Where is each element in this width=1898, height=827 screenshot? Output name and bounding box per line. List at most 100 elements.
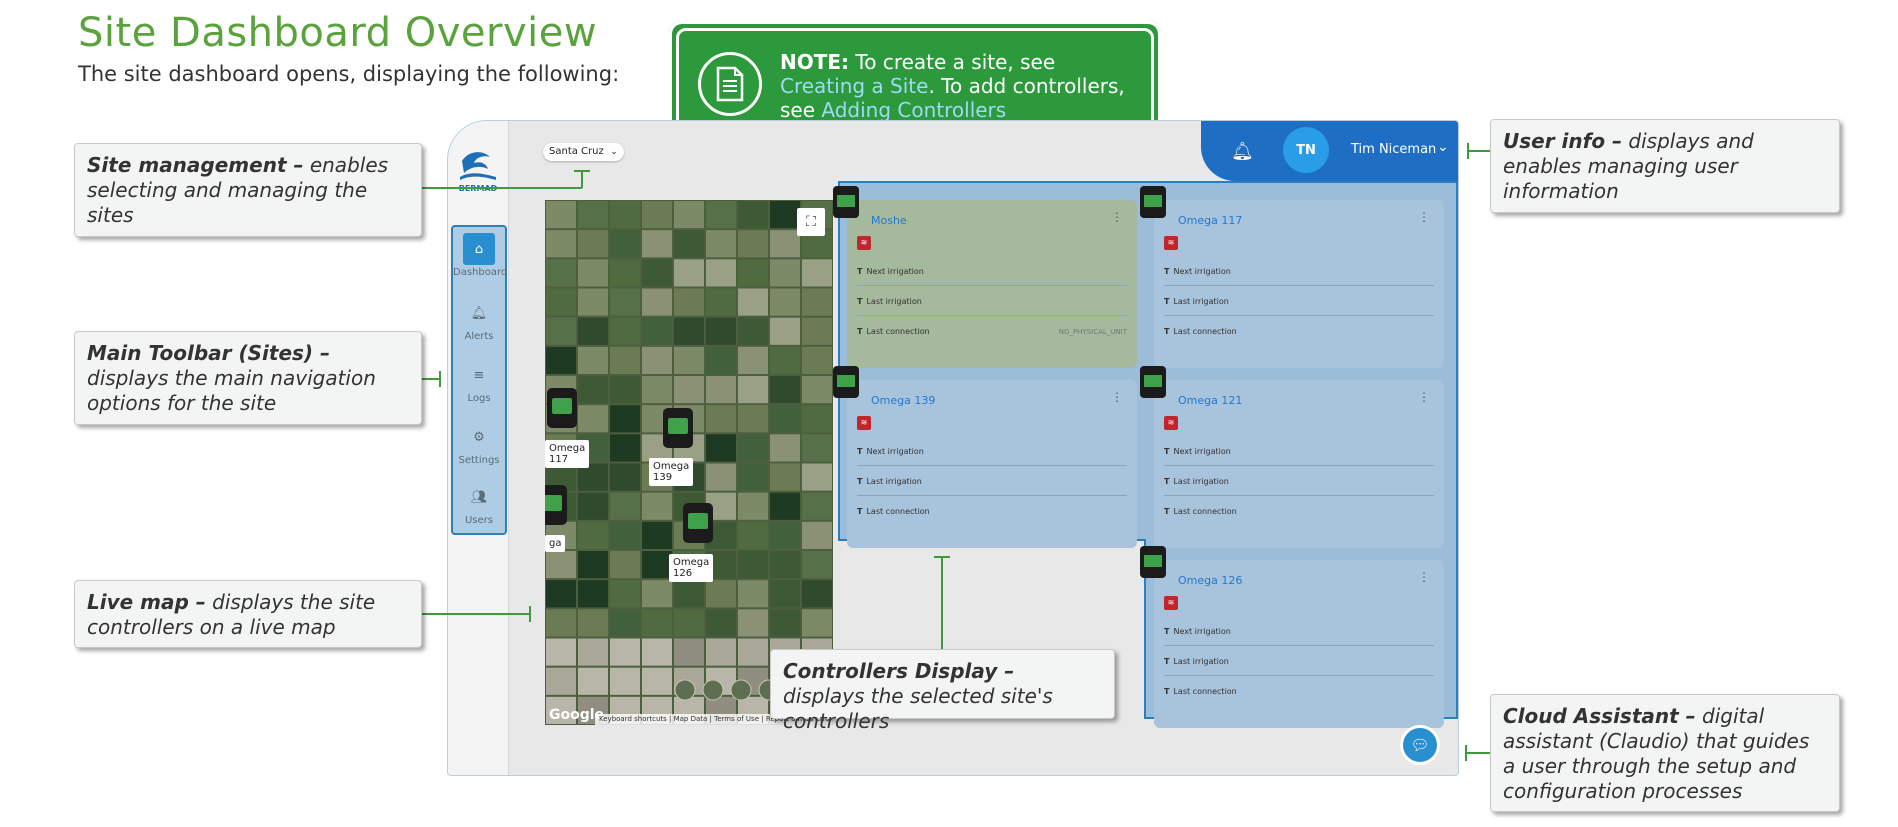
callout-main-toolbar: Main Toolbar (Sites) – displays the main… <box>74 331 422 425</box>
controller-device-icon <box>1140 366 1166 398</box>
note-label: NOTE: <box>780 50 850 74</box>
next-irrigation-row: T Next irrigation <box>857 258 1127 286</box>
callout-controllers-display: Controllers Display – displays the selec… <box>770 649 1115 733</box>
connector-line <box>1466 752 1490 754</box>
controller-device-icon <box>833 186 859 218</box>
map-pin-label: Omega 139 <box>649 458 694 486</box>
sprinkler-icon: T <box>1164 627 1170 636</box>
connector-line <box>941 557 943 649</box>
toolbar-logs[interactable]: ≡ Logs <box>453 359 505 409</box>
connector-line <box>581 171 583 188</box>
callout-site-management: Site management – enables selecting and … <box>74 143 422 237</box>
next-irrigation-row: T Next irrigation <box>1164 258 1434 286</box>
gear-icon: ⚙ <box>473 429 485 445</box>
fullscreen-icon[interactable]: ⛶ <box>797 208 825 236</box>
toolbar-dashboard[interactable]: ⌂ Dashboard <box>453 233 508 283</box>
connector-line <box>422 187 582 189</box>
site-selector[interactable]: Santa Cruz ⌄ <box>543 143 624 161</box>
sprinkler-icon: T <box>1164 297 1170 306</box>
wifi-off-icon: ≋ <box>857 416 871 430</box>
sprinkler-icon: T <box>1164 477 1170 486</box>
map-pin-label: Omega 117 <box>545 440 590 468</box>
map-pin-omega-121[interactable] <box>545 485 567 525</box>
more-vert-icon[interactable]: ⋮ <box>1418 390 1430 404</box>
live-map[interactable]: ⛶ Omega 117 Omega 139 ga Omega 126 Google K… <box>545 200 833 725</box>
sprinkler-icon: T <box>857 507 863 516</box>
controller-card-omega-117[interactable]: Omega 117 ⋮ ≋ T Next irrigation T Last irr… <box>1140 186 1444 368</box>
sprinkler-icon: T <box>1164 657 1170 666</box>
sprinkler-icon: T <box>857 297 863 306</box>
controller-card-omega-126[interactable]: Omega 126 ⋮ ≋ T Next irrigation T Last irr… <box>1140 546 1444 728</box>
controller-device-icon <box>1140 546 1166 578</box>
toolbar-settings-label: Settings <box>458 455 500 466</box>
controller-card-omega-121[interactable]: Omega 121 ⋮ ≋ T Next irrigation T Last irr… <box>1140 366 1444 548</box>
connector-line <box>422 378 440 380</box>
users-icon: 👥︎ <box>470 489 488 505</box>
sprinkler-icon: T <box>857 327 863 336</box>
map-pin-label: Omega 126 <box>669 554 714 582</box>
toolbar-logs-label: Logs <box>467 393 491 404</box>
home-icon: ⌂ <box>463 233 495 265</box>
user-bar: 🔔︎ TN Tim Niceman ⌄ <box>1201 121 1458 181</box>
wifi-off-icon: ≋ <box>857 236 871 250</box>
toolbar-settings[interactable]: ⚙ Settings <box>453 421 505 471</box>
controller-name[interactable]: Omega 117 <box>1178 214 1242 227</box>
callout-live-map: Live map – displays the site controllers… <box>74 580 422 648</box>
controller-device-icon <box>833 366 859 398</box>
document-icon <box>698 52 762 116</box>
sprinkler-icon: T <box>857 267 863 276</box>
connector-tick <box>1465 745 1467 761</box>
sprinkler-icon: T <box>1164 327 1170 336</box>
sprinkler-icon: T <box>1164 447 1170 456</box>
more-vert-icon[interactable]: ⋮ <box>1418 570 1430 584</box>
note-text-1: To create a site, see <box>855 50 1056 74</box>
controller-device-icon <box>1140 186 1166 218</box>
connection-status: NO_PHYSICAL_UNIT <box>1058 328 1127 336</box>
map-pin-omega-126[interactable] <box>683 503 713 543</box>
notifications-bell-icon[interactable]: 🔔︎ <box>1231 141 1254 162</box>
connector-tick <box>574 170 590 172</box>
next-irrigation-row: T Next irrigation <box>857 438 1127 466</box>
next-irrigation-row: T Next irrigation <box>1164 438 1434 466</box>
last-connection-row: T Last connection <box>1164 507 1237 516</box>
map-pin-omega-139[interactable] <box>663 408 693 448</box>
sprinkler-icon: T <box>857 447 863 456</box>
wifi-off-icon: ≋ <box>1164 416 1178 430</box>
creating-site-link[interactable]: Creating a Site <box>780 74 928 98</box>
more-vert-icon[interactable]: ⋮ <box>1111 390 1123 404</box>
toolbar-dashboard-label: Dashboard <box>453 267 508 278</box>
wifi-off-icon: ≋ <box>1164 236 1178 250</box>
bell-icon: 🔔︎ <box>470 305 488 321</box>
last-irrigation-row: T Last irrigation <box>1164 468 1434 496</box>
user-name[interactable]: Tim Niceman <box>1351 142 1436 157</box>
avatar[interactable]: TN <box>1283 127 1329 173</box>
sidebar: BERMAD ⌂ Dashboard 🔔︎ Alerts ≡ Logs ⚙ Se… <box>448 121 509 775</box>
list-icon: ≡ <box>473 367 485 383</box>
controller-card-omega-139[interactable]: Omega 139 ⋮ ≋ T Next irrigation T Last irr… <box>833 366 1137 548</box>
page-title: Site Dashboard Overview <box>78 10 598 56</box>
controller-name[interactable]: Omega 126 <box>1178 574 1242 587</box>
user-menu-chevron-icon[interactable]: ⌄ <box>1437 139 1449 155</box>
map-pin-omega-117[interactable] <box>547 388 577 428</box>
more-vert-icon[interactable]: ⋮ <box>1418 210 1430 224</box>
next-irrigation-row: T Next irrigation <box>1164 618 1434 646</box>
toolbar-alerts[interactable]: 🔔︎ Alerts <box>453 297 505 347</box>
connector-line <box>1468 150 1490 152</box>
page-subtitle: The site dashboard opens, displaying the… <box>78 62 620 86</box>
connector-tick <box>934 556 950 558</box>
callout-cloud-assistant: Cloud Assistant – digital assistant (Cla… <box>1490 694 1840 812</box>
connector-tick <box>1467 143 1469 159</box>
controller-name[interactable]: Omega 139 <box>871 394 935 407</box>
toolbar-alerts-label: Alerts <box>464 331 494 342</box>
more-vert-icon[interactable]: ⋮ <box>1111 210 1123 224</box>
toolbar-users[interactable]: 👥︎ Users <box>453 481 505 531</box>
cloud-assistant-chat-icon[interactable]: 💬︎ <box>1400 725 1440 765</box>
controller-name[interactable]: Omega 121 <box>1178 394 1242 407</box>
controller-name[interactable]: Moshe <box>871 214 907 227</box>
last-connection-row: T Last connection <box>857 507 930 516</box>
controller-card-moshe[interactable]: Moshe ⋮ ≋ T Next irrigation T Last irrigat… <box>833 186 1137 368</box>
connector-tick <box>529 606 531 622</box>
adding-controllers-link[interactable]: Adding Controllers <box>821 98 1006 122</box>
callout-user-info: User info – displays and enables managin… <box>1490 119 1840 213</box>
bermad-logo: BERMAD <box>456 147 500 197</box>
